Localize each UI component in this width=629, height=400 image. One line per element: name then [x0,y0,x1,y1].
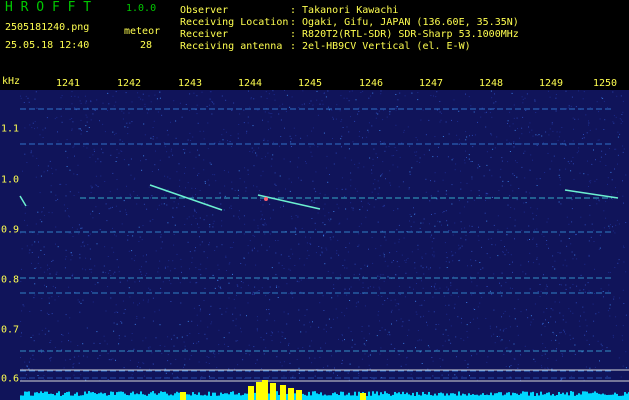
header-panel: H R O F F T 1.0.0 2505181240.png 25.05.1… [0,0,629,76]
meteor-count: 28 [140,40,153,51]
observer-label: Observer [180,5,229,16]
app-logo: H R O F F T [5,0,92,15]
time-tick-label: 1242 [116,78,142,89]
antenna-label: Receiving antenna [180,41,283,52]
freq-tick-label: 0.9 [1,224,20,236]
time-tick-label: 1250 [592,78,618,89]
receiver-value: : R820T2(RTL-SDR) SDR-Sharp 53.1000MHz [290,29,519,40]
time-tick-label: 1243 [177,78,203,89]
freq-tick-label: 0.8 [1,274,20,286]
freq-tick-label: 1.1 [1,123,20,135]
meteor-label: meteor [124,26,161,37]
spectrogram [0,88,629,400]
time-tick-label: 1248 [478,78,504,89]
app-version: 1.0.0 [126,3,157,14]
time-tick-label: 1245 [297,78,323,89]
receiver-label: Receiver [180,29,229,40]
time-tick-label: 1247 [418,78,444,89]
time-tick-label: 1244 [237,78,263,89]
file-datetime: 25.05.18 12:40 [5,40,90,51]
location-value: : Ogaki, Gifu, JAPAN (136.60E, 35.35N) [290,17,519,28]
file-name: 2505181240.png [5,22,90,33]
time-tick-label: 1249 [538,78,564,89]
freq-tick-label: 0.7 [1,324,20,336]
y-unit-label: kHz [2,76,21,87]
freq-tick-label: 0.6 [1,373,20,385]
time-tick-label: 1241 [55,78,81,89]
location-label: Receiving Location [180,17,289,28]
observer-value: : Takanori Kawachi [290,5,399,16]
antenna-value: : 2el-HB9CV Vertical (el. E-W) [290,41,471,52]
freq-tick-label: 1.0 [1,174,20,186]
time-tick-label: 1246 [358,78,384,89]
